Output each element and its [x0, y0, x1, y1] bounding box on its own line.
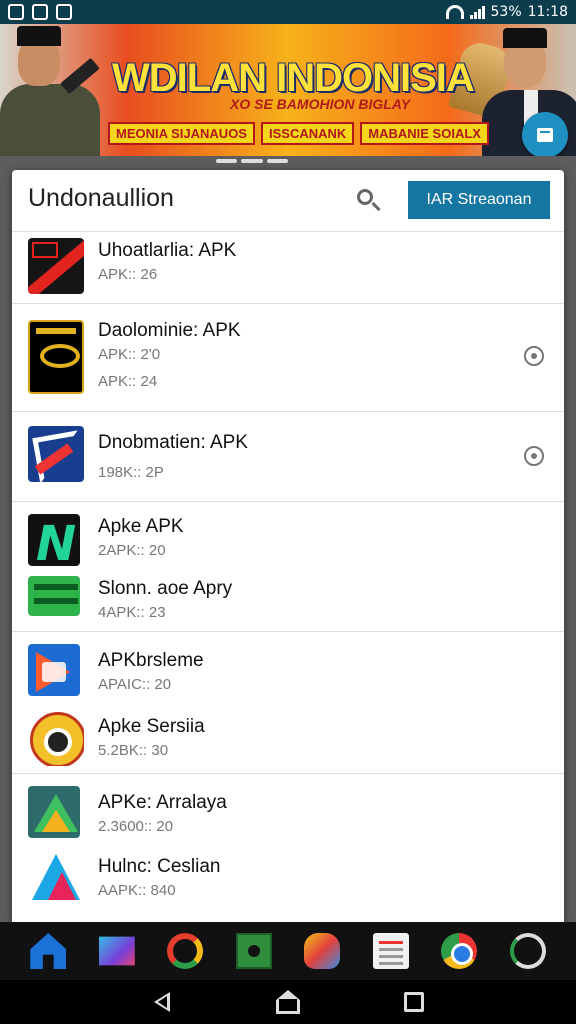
banner-title: WDILAN INDONISIA — [112, 56, 475, 100]
app-meta: 4APK:: 23 — [98, 604, 166, 621]
list-group: Dnobmatien: APK 198K:: 2P — [12, 412, 564, 502]
apk-list-card: Undonaullion IAR Streaonan Uhoatlarlia: … — [12, 170, 564, 922]
hand-app-icon[interactable] — [304, 933, 341, 969]
app-name: Hulnc: Ceslian — [98, 856, 221, 877]
blue-arrow-icon — [28, 426, 84, 482]
green-n-icon — [28, 514, 80, 566]
list-item[interactable]: Dnobmatien: APK 198K:: 2P — [12, 412, 564, 500]
notification-icons — [8, 4, 72, 20]
red-stripe-icon — [28, 238, 84, 294]
assistant-icon[interactable] — [509, 933, 546, 969]
app-name: APKe: Arralaya — [98, 792, 227, 813]
list-group: Daolominie: APK APK:: 2'0 APK:: 24 — [12, 304, 564, 412]
app-name: Apke APK — [98, 516, 184, 537]
app-meta: APAIC:: 20 — [98, 676, 172, 693]
primary-action-button[interactable]: IAR Streaonan — [408, 181, 550, 219]
app-name: APKbrsleme — [98, 650, 204, 671]
search-icon — [357, 189, 373, 205]
signal-icon — [469, 5, 485, 19]
triangle-drive-icon — [28, 786, 80, 838]
app-dock — [0, 922, 576, 980]
list-group: APKbrsleme APAIC:: 20 Apke Sersiia 5.2BK… — [12, 632, 564, 774]
puzzle-app-icon[interactable] — [235, 933, 272, 969]
recent-apps-icon[interactable] — [404, 992, 424, 1012]
list-item[interactable]: Daolominie: APK APK:: 2'0 APK:: 24 — [12, 304, 564, 410]
wifi-icon — [445, 5, 464, 19]
search-button[interactable] — [354, 186, 384, 216]
app-meta: 2.3600:: 20 — [98, 818, 174, 835]
home-icon[interactable] — [276, 990, 300, 1014]
page-title: Undonaullion — [28, 184, 174, 212]
more-options-icon[interactable] — [524, 346, 544, 366]
list-item[interactable]: Uhoatlarlia: APK APK:: 26 — [12, 234, 564, 300]
banner-ribbons: MEONIA SIJANAUOS ISSCANANK MABANIE SOIAL… — [108, 122, 489, 145]
list-item[interactable]: Slonn. aoe Apry 4APK:: 23 — [12, 566, 564, 630]
ring-app-icon[interactable] — [167, 933, 204, 969]
play-store-icon[interactable] — [98, 936, 135, 966]
banner-subtitle: XO SE BAMOHION BIGLAY — [230, 96, 411, 112]
banner-ribbon: ISSCANANK — [260, 122, 355, 145]
list-item[interactable]: Hulnc: Ceslian AAPK:: 840 — [12, 844, 564, 914]
letter-a-icon — [28, 850, 84, 906]
drag-handle[interactable] — [216, 159, 288, 163]
list-item[interactable]: Apke Sersiia 5.2BK:: 30 — [12, 700, 564, 772]
banner-ribbon: MEONIA SIJANAUOS — [108, 122, 255, 145]
list-item[interactable]: APKe: Arralaya 2.3600:: 20 — [12, 774, 564, 844]
app-name: Slonn. aoe Apry — [98, 578, 233, 599]
app-meta: 5.2BK:: 30 — [98, 742, 169, 759]
status-bar: 53% 11:18 — [0, 0, 576, 24]
list-group: APKe: Arralaya 2.3600:: 20 Hulnc: Ceslia… — [12, 774, 564, 922]
list-item[interactable]: Apke APK 2APK:: 20 — [12, 502, 564, 566]
app-meta: 198K:: 2P — [98, 464, 164, 481]
app-name: Daolominie: APK — [98, 320, 241, 341]
app-name: Dnobmatien: APK — [98, 432, 248, 453]
system-indicators: 53% 11:18 — [445, 4, 568, 20]
home-app-icon[interactable] — [30, 933, 67, 969]
app-meta: AAPK:: 840 — [98, 882, 176, 899]
docs-app-icon[interactable] — [372, 933, 409, 969]
soldier-figure — [0, 24, 110, 156]
messenger-notification-icon — [32, 4, 48, 20]
app-meta: 2APK:: 20 — [98, 542, 166, 559]
system-nav-bar — [0, 980, 576, 1024]
card-header: Undonaullion IAR Streaonan — [12, 170, 564, 232]
more-options-icon[interactable] — [524, 446, 544, 466]
app-meta: APK:: 26 — [98, 266, 158, 283]
phone-screen: 53% 11:18 WDILAN INDONISIA XO SE BAMOHIO… — [0, 0, 576, 1024]
list-item[interactable]: APKbrsleme APAIC:: 20 — [12, 632, 564, 700]
list-group: Apke APK 2APK:: 20 Slonn. aoe Apry 4APK:… — [12, 502, 564, 632]
gallery-notification-icon — [8, 4, 24, 20]
app-name: Uhoatlarlia: APK — [98, 240, 237, 261]
chrome-icon[interactable] — [441, 933, 478, 969]
lime-bars-icon — [28, 576, 80, 616]
battery-percent: 53% — [490, 4, 522, 20]
back-icon[interactable] — [152, 992, 172, 1012]
play-card-icon — [28, 644, 80, 696]
list-group: Uhoatlarlia: APK APK:: 26 — [12, 234, 564, 304]
message-icon — [537, 128, 553, 142]
app-meta: APK:: 2'0 — [98, 346, 161, 363]
banner-ribbon: MABANIE SOIALX — [360, 122, 489, 145]
badge-icon — [28, 710, 84, 766]
floating-action-button[interactable] — [522, 112, 568, 156]
promo-banner[interactable]: WDILAN INDONISIA XO SE BAMOHION BIGLAY M… — [0, 24, 576, 156]
clock: 11:18 — [527, 4, 568, 20]
gold-emblem-icon — [28, 320, 84, 394]
app-name: Apke Sersiia — [98, 716, 205, 737]
app-meta-secondary: APK:: 24 — [98, 373, 158, 390]
tool-notification-icon — [56, 4, 72, 20]
